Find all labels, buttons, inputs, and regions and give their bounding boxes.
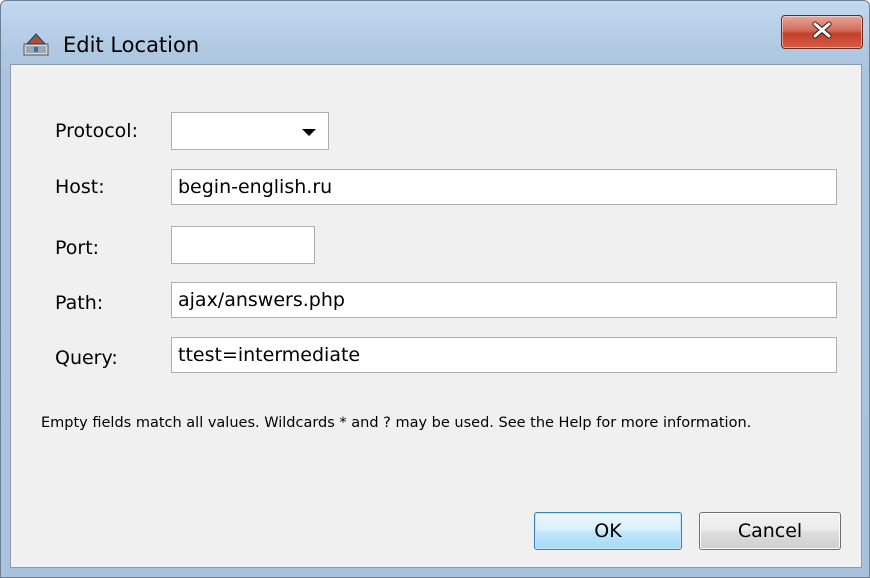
close-button[interactable] [781, 15, 863, 49]
ok-button[interactable]: OK [534, 512, 682, 550]
edit-location-dialog: Edit Location Protocol: Host: begin-engl… [0, 0, 870, 578]
query-field[interactable]: ttest=intermediate [171, 337, 837, 373]
path-label: Path: [55, 292, 104, 314]
dialog-title: Edit Location [63, 33, 200, 57]
chevron-down-icon [302, 129, 316, 136]
cancel-button[interactable]: Cancel [699, 512, 841, 550]
close-icon [811, 21, 833, 44]
host-label: Host: [55, 176, 105, 198]
protocol-label: Protocol: [55, 120, 138, 142]
dialog-body: Protocol: Host: begin-english.ru Port: P… [10, 64, 862, 568]
port-field[interactable] [171, 226, 315, 264]
host-field[interactable]: begin-english.ru [171, 169, 837, 205]
location-editor-icon [23, 32, 49, 56]
query-label: Query: [55, 347, 118, 369]
path-field[interactable]: ajax/answers.php [171, 282, 837, 318]
help-hint-text: Empty fields match all values. Wildcards… [41, 415, 752, 431]
title-bar[interactable]: Edit Location [1, 1, 869, 63]
port-label: Port: [55, 237, 100, 259]
protocol-select[interactable] [171, 112, 329, 150]
